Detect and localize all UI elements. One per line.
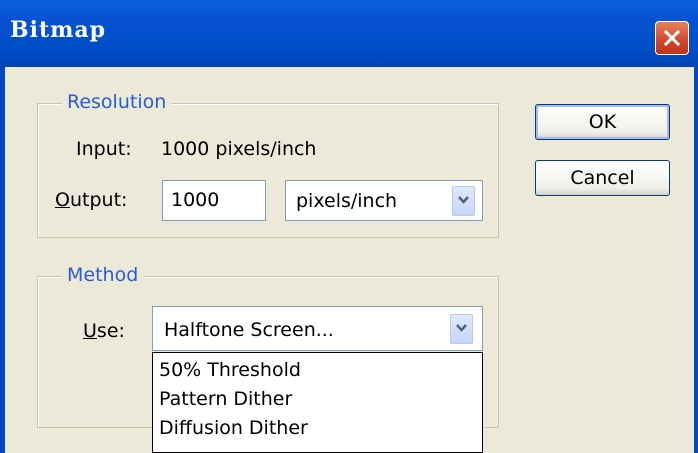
resolution-legend: Resolution — [62, 91, 172, 113]
window-title: Bitmap — [10, 17, 107, 43]
use-label-text: se: — [96, 320, 125, 342]
cancel-button[interactable]: Cancel — [535, 160, 670, 196]
close-icon — [664, 30, 680, 46]
list-item[interactable]: Pattern Dither — [153, 385, 482, 414]
use-label: Use: — [83, 320, 125, 342]
resolution-unit-value: pixels/inch — [296, 190, 398, 212]
window-border-left — [0, 67, 5, 453]
chevron-down-icon — [458, 196, 469, 204]
method-select[interactable]: Halftone Screen... — [152, 306, 483, 351]
close-button[interactable] — [655, 21, 689, 55]
method-selected-value: Halftone Screen... — [164, 319, 334, 341]
output-label-text: utput: — [69, 189, 128, 211]
ok-button[interactable]: OK — [535, 104, 670, 140]
output-resolution-field[interactable]: 1000 — [162, 180, 266, 221]
input-label: Input: — [76, 138, 132, 160]
list-item[interactable]: Diffusion Dither — [153, 414, 482, 443]
window-border-right — [694, 67, 698, 453]
input-resolution-value: 1000 pixels/inch — [161, 138, 317, 160]
method-dropdown-list: 50% Threshold Pattern Dither Diffusion D… — [152, 352, 483, 453]
list-item[interactable]: 50% Threshold — [153, 356, 482, 385]
chevron-down-icon — [456, 324, 467, 332]
resolution-unit-select[interactable]: pixels/inch — [285, 180, 483, 221]
method-legend: Method — [62, 264, 144, 286]
use-mnemonic: U — [83, 320, 97, 342]
output-label: Output: — [55, 189, 127, 211]
output-mnemonic: O — [55, 189, 70, 211]
resolution-unit-dropdown-button[interactable] — [452, 186, 475, 216]
method-dropdown-button[interactable] — [450, 314, 473, 344]
